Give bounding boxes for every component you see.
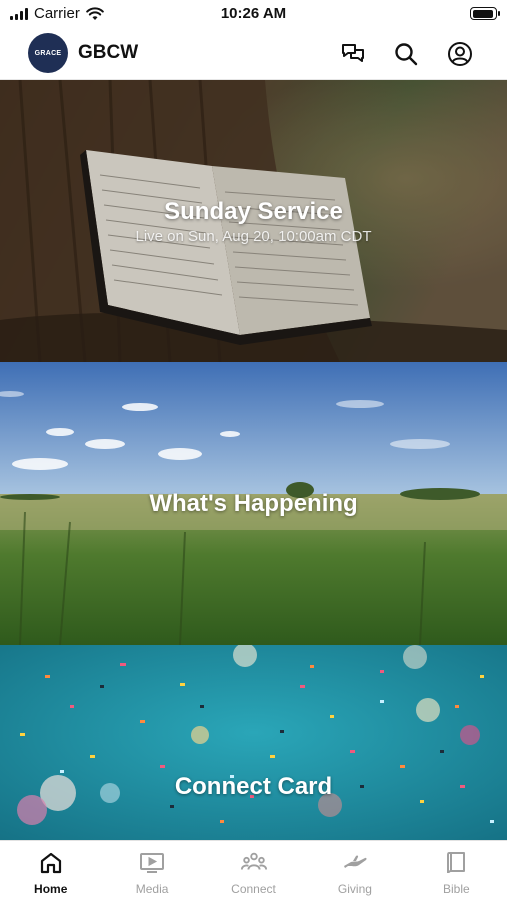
logo-text: GRACE: [34, 49, 62, 57]
tab-label: Home: [34, 882, 68, 896]
battery-icon: [470, 7, 500, 20]
search-icon[interactable]: [391, 39, 421, 69]
chat-icon[interactable]: [338, 39, 368, 69]
card-title: What's Happening: [149, 490, 358, 517]
bible-icon: [442, 849, 470, 877]
tab-label: Giving: [337, 882, 372, 896]
whats-happening-card[interactable]: What's Happening: [0, 362, 507, 645]
church-logo[interactable]: GRACE: [28, 33, 68, 73]
tab-label: Media: [135, 882, 169, 896]
app-title: GBCW: [78, 42, 139, 63]
tab-media[interactable]: Media: [101, 841, 202, 900]
status-time: 10:26 AM: [220, 5, 287, 22]
card-title: Connect Card: [174, 773, 333, 800]
app-header: GRACE GBCW: [0, 28, 507, 80]
tab-label: Connect: [231, 882, 276, 896]
tab-bar: Home Media Connect Giving Bible: [0, 840, 507, 900]
sunday-service-card[interactable]: Sunday Service Live on Sun, Aug 20, 10:0…: [0, 80, 507, 362]
home-icon: [37, 849, 65, 877]
connect-icon: [240, 849, 268, 877]
tab-label: Bible: [442, 882, 470, 896]
account-icon[interactable]: [445, 39, 475, 69]
connect-card-card[interactable]: Connect Card: [0, 645, 507, 840]
tab-bible[interactable]: Bible: [406, 841, 507, 900]
status-bar: Carrier 10:26 AM: [0, 0, 507, 28]
tab-home[interactable]: Home: [0, 841, 101, 900]
tab-giving[interactable]: Giving: [304, 841, 405, 900]
giving-icon: [341, 849, 369, 877]
card-subtitle: Live on Sun, Aug 20, 10:00am CDT: [135, 228, 372, 245]
confetti-image: [0, 645, 507, 840]
card-title: Sunday Service: [164, 198, 343, 225]
tab-connect[interactable]: Connect: [203, 841, 304, 900]
media-icon: [138, 849, 166, 877]
